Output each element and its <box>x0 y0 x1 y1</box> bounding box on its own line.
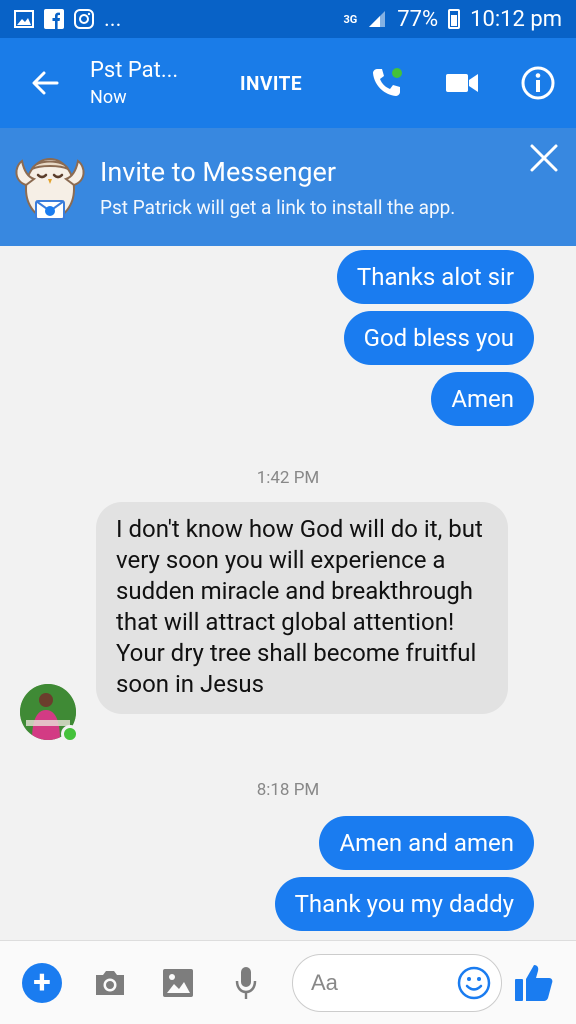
banner-text: Invite to Messenger Pst Patrick will get… <box>100 156 576 219</box>
close-banner-button[interactable] <box>526 140 562 176</box>
phone-icon <box>373 68 402 96</box>
contact-name: Pst Pat... <box>90 58 179 83</box>
camera-button[interactable] <box>82 955 138 1011</box>
gallery-icon <box>14 9 34 29</box>
contact-info[interactable]: Pst Pat... Now <box>90 58 220 108</box>
message-input[interactable] <box>311 969 457 996</box>
gallery-button[interactable] <box>150 955 206 1011</box>
outgoing-message[interactable]: Amen <box>431 372 534 426</box>
outgoing-message[interactable]: Thank you my daddy <box>274 877 534 931</box>
outgoing-message[interactable]: Thanks alot sir <box>336 250 534 304</box>
voice-call-button[interactable] <box>348 38 424 128</box>
video-call-button[interactable] <box>424 38 500 128</box>
more-actions-button[interactable]: + <box>14 955 70 1011</box>
header-actions <box>348 38 576 128</box>
invite-button[interactable]: INVITE <box>240 72 302 95</box>
signal-icon <box>367 9 387 29</box>
status-left: ... <box>14 7 121 32</box>
battery-icon <box>448 9 461 29</box>
camera-icon <box>96 970 124 995</box>
plus-icon: + <box>22 962 62 1003</box>
facebook-icon <box>44 9 64 29</box>
outgoing-message[interactable]: God bless you <box>343 311 534 365</box>
avatar[interactable] <box>20 684 79 743</box>
message-timestamp: 8:18 PM <box>256 780 320 800</box>
composer-bar: + <box>0 940 576 1024</box>
status-bar: ... 3G 77% 10:12 pm <box>0 0 576 38</box>
clock: 10:12 pm <box>470 6 562 32</box>
video-icon <box>446 74 478 92</box>
message-timestamp: 1:42 PM <box>256 468 320 488</box>
online-indicator <box>61 725 79 743</box>
network-type: 3G <box>343 12 358 26</box>
close-icon <box>530 144 558 172</box>
outgoing-message[interactable]: Amen and amen <box>319 816 534 870</box>
conversation-header: Pst Pat... Now INVITE <box>0 38 576 128</box>
contact-status: Now <box>90 87 127 108</box>
back-button[interactable] <box>0 38 90 128</box>
image-icon <box>163 968 193 997</box>
back-arrow-icon <box>32 71 59 95</box>
banner-subtitle: Pst Patrick will get a link to install t… <box>100 195 456 219</box>
banner-title: Invite to Messenger <box>100 155 337 188</box>
like-icon[interactable] <box>512 961 556 1005</box>
status-more: ... <box>104 6 122 32</box>
message-input-wrapper[interactable] <box>292 953 502 1012</box>
emoji-icon[interactable] <box>457 966 491 1000</box>
instagram-icon <box>74 9 94 29</box>
incoming-message[interactable]: I don't know how God will do it, but ver… <box>96 502 508 714</box>
owl-icon <box>0 128 100 246</box>
info-button[interactable] <box>500 38 576 128</box>
status-right: 3G 77% 10:12 pm <box>343 7 562 32</box>
mic-icon <box>235 966 257 999</box>
message-thread[interactable]: Thanks alot sir God bless you Amen 1:42 … <box>0 246 576 940</box>
battery-percent: 77% <box>397 6 439 32</box>
voice-button[interactable] <box>218 955 274 1011</box>
info-icon <box>521 66 555 100</box>
invite-banner[interactable]: Invite to Messenger Pst Patrick will get… <box>0 128 576 246</box>
